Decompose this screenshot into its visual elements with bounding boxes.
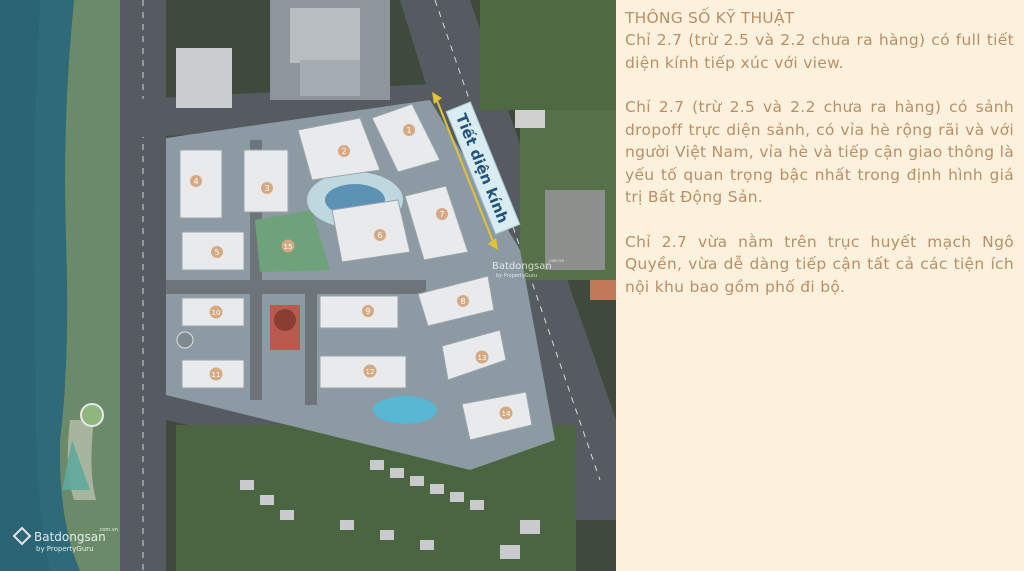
- building-number-6: 6: [377, 231, 382, 240]
- building-number-5: 5: [214, 248, 219, 257]
- building-number-4: 4: [193, 177, 198, 186]
- specification-panel: THÔNG SỐ KỸ THUẬT Chỉ 2.7 (trừ 2.5 và 2.…: [616, 0, 1024, 571]
- svg-text:Batdongsan: Batdongsan: [492, 261, 552, 272]
- svg-text:Batdongsan: Batdongsan: [34, 530, 106, 544]
- svg-text:.com.vn: .com.vn: [548, 258, 564, 263]
- svg-text:by PropertyGuru: by PropertyGuru: [496, 273, 537, 279]
- paragraph-location: Chỉ 2.7 vừa nằm trên trục huyết mạch Ngô…: [625, 232, 1014, 296]
- paragraph-glass-facade: Chỉ 2.7 (trừ 2.5 và 2.2 chưa ra hàng) có…: [625, 31, 1014, 72]
- section-heading: THÔNG SỐ KỸ THUẬT: [625, 9, 795, 27]
- building-3: [243, 149, 289, 213]
- building-12: [319, 355, 407, 389]
- building-number-3: 3: [264, 184, 269, 193]
- building-number-8: 8: [460, 297, 465, 306]
- building-number-9: 9: [365, 307, 370, 316]
- building-9: [319, 295, 399, 329]
- site-plan-map: 1 2 3 4 5 6 7 8 9 10 11 12 13 14 15 Tiết…: [0, 0, 616, 571]
- slide: 1 2 3 4 5 6 7 8 9 10 11 12 13 14 15 Tiết…: [0, 0, 1024, 571]
- building-number-7: 7: [439, 210, 444, 219]
- building-number-15: 15: [284, 243, 293, 251]
- building-number-14: 14: [502, 410, 511, 418]
- paragraph-dropoff-lobby: Chỉ 2.7 (trừ 2.5 và 2.2 chưa ra hàng) có…: [625, 98, 1014, 206]
- svg-text:by PropertyGuru: by PropertyGuru: [36, 545, 94, 553]
- building-number-1: 1: [406, 126, 411, 135]
- svg-text:.com.vn: .com.vn: [98, 527, 118, 533]
- building-number-12: 12: [366, 368, 375, 376]
- building-number-11: 11: [212, 371, 221, 379]
- building-number-2: 2: [341, 147, 346, 156]
- building-number-10: 10: [212, 309, 221, 317]
- building-6: [331, 199, 411, 263]
- building-number-13: 13: [478, 354, 487, 362]
